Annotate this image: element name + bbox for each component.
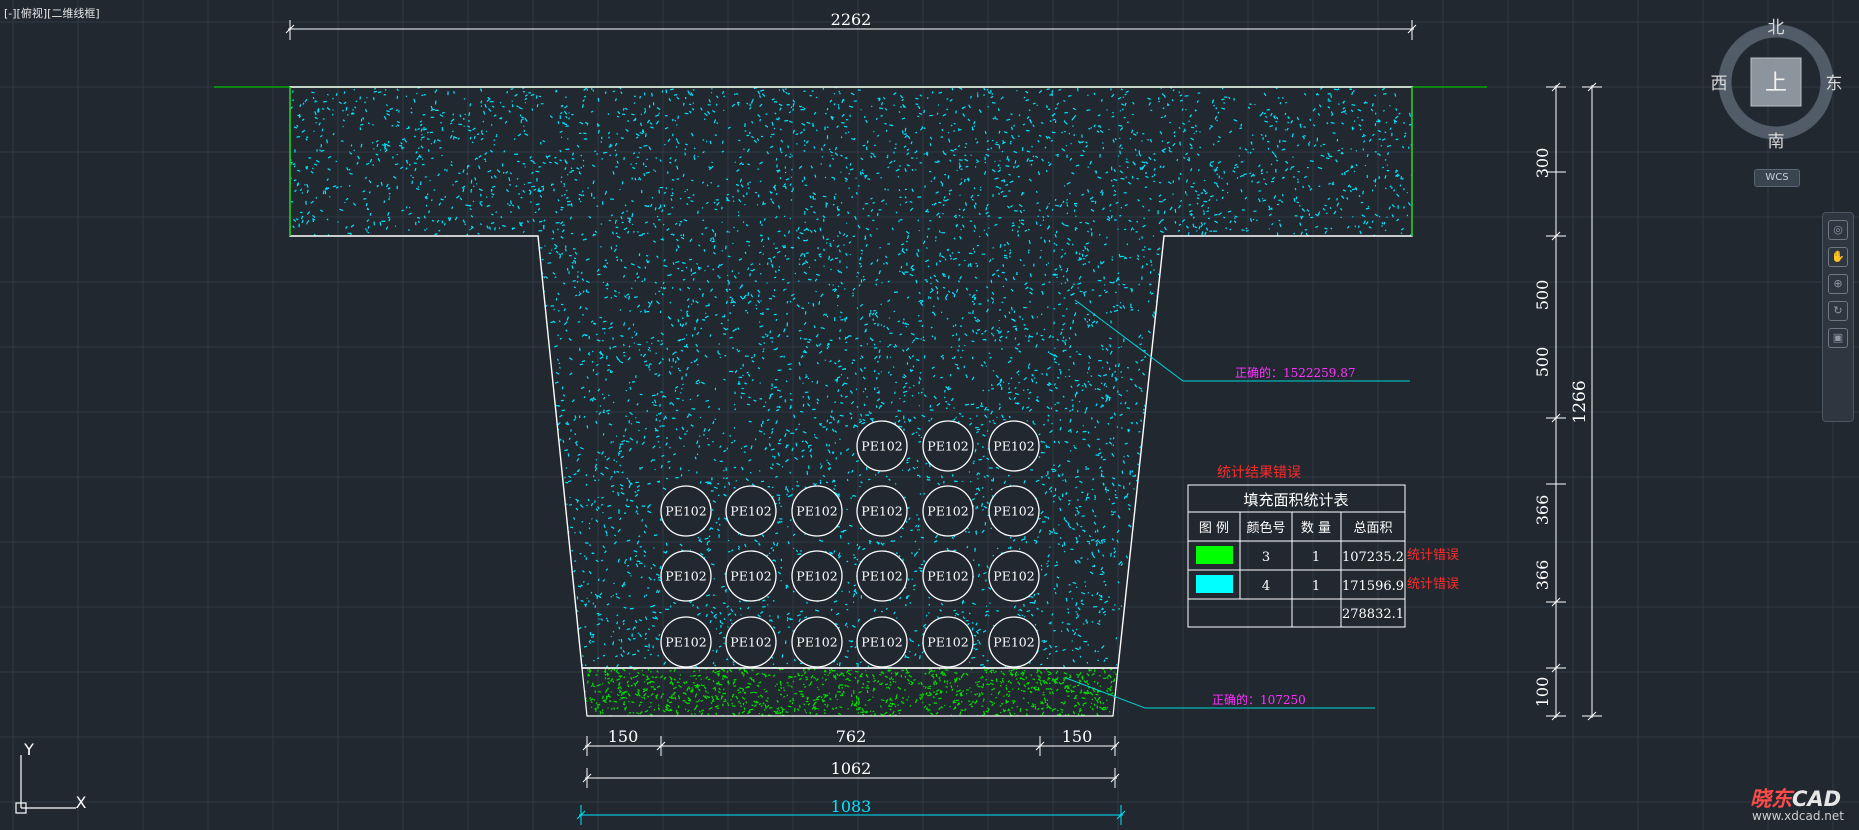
pipe-label: PE102 <box>796 569 837 584</box>
pipe-group: PE102 PE102 PE102 PE102 PE102 PE102 PE102 PE102… <box>660 420 1040 668</box>
ucs-icon <box>15 755 76 814</box>
pipe-label: PE102 <box>927 439 968 454</box>
pipe-label: PE102 <box>993 439 1034 454</box>
pipe-label: PE102 <box>861 439 902 454</box>
table-title: 填充面积统计表 <box>1243 491 1348 509</box>
row1-area: 107235.2 <box>1342 550 1404 565</box>
watermark-url: www.xdcad.net <box>1752 809 1844 823</box>
zoom-icon[interactable]: ⊕ <box>1828 274 1848 294</box>
pipe-label: PE102 <box>927 635 968 650</box>
viewport-controls-label[interactable]: [-][俯视][二维线框] <box>4 5 100 21</box>
drawing-canvas[interactable]: PE102 PE102 PE102 PE102 PE102 PE102 PE102 PE102… <box>0 0 1859 830</box>
showmotion-icon[interactable]: ▣ <box>1828 328 1848 348</box>
compass-south[interactable]: 南 <box>1768 132 1785 152</box>
row2-error-note: 统计错误 <box>1407 577 1459 592</box>
navigation-bar[interactable]: ◎ ✋ ⊕ ↻ ▣ <box>1822 212 1854 422</box>
pipe-label: PE102 <box>927 569 968 584</box>
pipe-label: PE102 <box>665 635 706 650</box>
pipe-label: PE102 <box>796 504 837 519</box>
table-total-area: 278832.1 <box>1342 607 1404 622</box>
row1-error-note: 统计错误 <box>1407 548 1459 563</box>
orbit-icon[interactable]: ↻ <box>1828 301 1848 321</box>
dim-total-height: 1266 <box>1570 380 1590 423</box>
legend-swatch-cyan <box>1196 575 1233 593</box>
table-header-color-no: 颜色号 <box>1246 520 1285 536</box>
result-error-title: 统计结果错误 <box>1217 465 1301 481</box>
ucs-x-label: X <box>76 793 87 812</box>
row1-color-no: 3 <box>1262 550 1270 565</box>
pipe-label: PE102 <box>861 504 902 519</box>
row1-count: 1 <box>1312 550 1320 565</box>
ucs-y-label: Y <box>23 740 34 759</box>
watermark-brand: 晓东 <box>1750 787 1792 811</box>
correct-value-top: 正确的：1522259.87 <box>1235 365 1356 380</box>
compass-east[interactable]: 东 <box>1826 74 1843 94</box>
watermark-cad: CAD <box>1792 787 1842 811</box>
pipe-label: PE102 <box>993 504 1034 519</box>
pipe-label: PE102 <box>993 569 1034 584</box>
hatch-pattern <box>582 668 1118 716</box>
dim-right-500a: 500 <box>1533 280 1552 311</box>
compass-west[interactable]: 西 <box>1711 74 1728 94</box>
pipe-label: PE102 <box>927 504 968 519</box>
compass-north[interactable]: 北 <box>1768 18 1785 38</box>
dim-bottom-mid: 762 <box>836 727 867 746</box>
pipe-label: PE102 <box>861 569 902 584</box>
pipe-label: PE102 <box>861 635 902 650</box>
dim-right-366a: 366 <box>1533 495 1552 526</box>
dim-top-width: 2262 <box>831 10 872 29</box>
green-hatch-fill[interactable] <box>581 668 1120 719</box>
pipe-label: PE102 <box>993 635 1034 650</box>
dim-right-500b: 500 <box>1533 347 1552 378</box>
steering-wheel-icon[interactable]: ◎ <box>1828 220 1848 240</box>
viewcube-top-label: 上 <box>1765 71 1787 96</box>
dim-right-366b: 366 <box>1533 560 1552 591</box>
pipe-label: PE102 <box>665 504 706 519</box>
pipe-label: PE102 <box>665 569 706 584</box>
dim-bottom-outer: 1083 <box>831 797 872 816</box>
pipe-label: PE102 <box>796 635 837 650</box>
dim-right-100: 100 <box>1533 677 1552 708</box>
row2-color-no: 4 <box>1262 579 1270 594</box>
pipe-label: PE102 <box>730 504 771 519</box>
pan-icon[interactable]: ✋ <box>1828 247 1848 267</box>
table-header-area: 总面积 <box>1353 521 1392 536</box>
legend-swatch-green <box>1196 546 1233 564</box>
table-header-legend: 图 例 <box>1199 521 1229 536</box>
dim-bottom-left: 150 <box>608 727 639 746</box>
wcs-menu-button[interactable]: WCS <box>1754 169 1800 187</box>
dim-bottom-right: 150 <box>1062 727 1093 746</box>
row2-area: 171596.9 <box>1342 579 1404 594</box>
dim-right-300: 300 <box>1533 148 1552 179</box>
dim-bottom-total: 1062 <box>831 759 872 778</box>
pipe-label: PE102 <box>730 635 771 650</box>
row2-count: 1 <box>1312 579 1320 594</box>
table-header-count: 数 量 <box>1301 521 1331 536</box>
correct-value-bottom: 正确的：107250 <box>1212 692 1306 707</box>
pipe-label: PE102 <box>730 569 771 584</box>
